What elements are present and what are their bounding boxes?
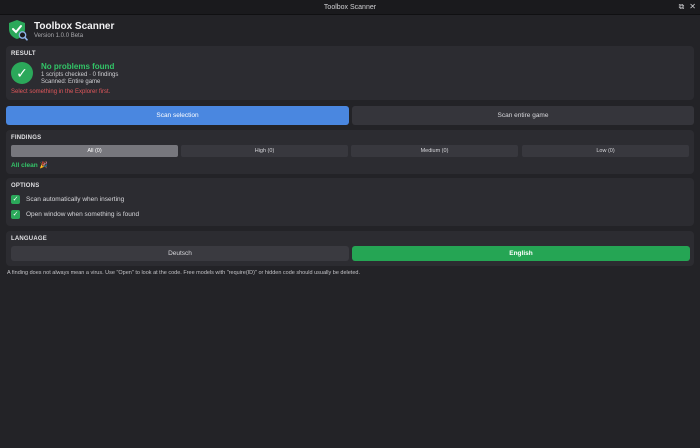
close-icon[interactable]: ✕ [689,2,696,12]
language-english-button[interactable]: English [352,246,690,261]
language-panel: LANGUAGE Deutsch English [6,231,694,266]
app-version: Version 1.0.0 Beta [34,33,84,39]
result-scope: Scanned: Entire game [41,79,101,85]
language-deutsch-button[interactable]: Deutsch [11,246,349,261]
findings-status: All clean 🎉 [11,162,48,169]
result-status-title: No problems found [41,62,115,71]
app-header: Toolbox Scanner Version 1.0.0 Beta [8,18,114,42]
findings-tab-high[interactable]: High (0) [181,145,348,157]
window-controls: ⧉ ✕ [679,2,696,12]
app-title-block: Toolbox Scanner Version 1.0.0 Beta [34,21,114,39]
language-section-title: LANGUAGE [11,236,47,242]
scan-entire-game-button[interactable]: Scan entire game [352,106,694,125]
maximize-icon[interactable]: ⧉ [679,2,685,12]
option-open-window[interactable]: ✓ Open window when something is found [11,210,139,219]
checkbox-checked-icon[interactable]: ✓ [11,195,20,204]
result-summary: 1 scripts checked · 0 findings [41,72,119,78]
window-titlebar: Toolbox Scanner ⧉ ✕ [0,0,700,15]
options-panel: OPTIONS ✓ Scan automatically when insert… [6,178,694,226]
findings-tab-all[interactable]: All (0) [11,145,178,157]
window-title: Toolbox Scanner [323,3,377,11]
option-open-window-label: Open window when something is found [26,211,140,218]
shield-scanner-icon [9,20,28,41]
checkbox-checked-icon[interactable]: ✓ [11,210,20,219]
findings-section-title: FINDINGS [11,135,42,141]
options-section-title: OPTIONS [11,183,40,189]
scan-selection-button[interactable]: Scan selection [6,106,349,125]
checkmark-icon: ✓ [11,62,33,84]
findings-tab-low[interactable]: Low (0) [522,145,689,157]
result-warning: Select something in the Explorer first. [11,89,111,95]
option-auto-scan[interactable]: ✓ Scan automatically when inserting [11,195,124,204]
app-title: Toolbox Scanner [34,21,115,32]
findings-tab-medium[interactable]: Medium (0) [351,145,518,157]
footer-note: A finding does not always mean a virus. … [7,270,360,276]
result-panel: RESULT ✓ No problems found 1 scripts che… [6,46,694,100]
findings-panel: FINDINGS All (0) High (0) Medium (0) Low… [6,130,694,174]
result-section-title: RESULT [11,51,36,57]
option-auto-scan-label: Scan automatically when inserting [26,196,125,203]
